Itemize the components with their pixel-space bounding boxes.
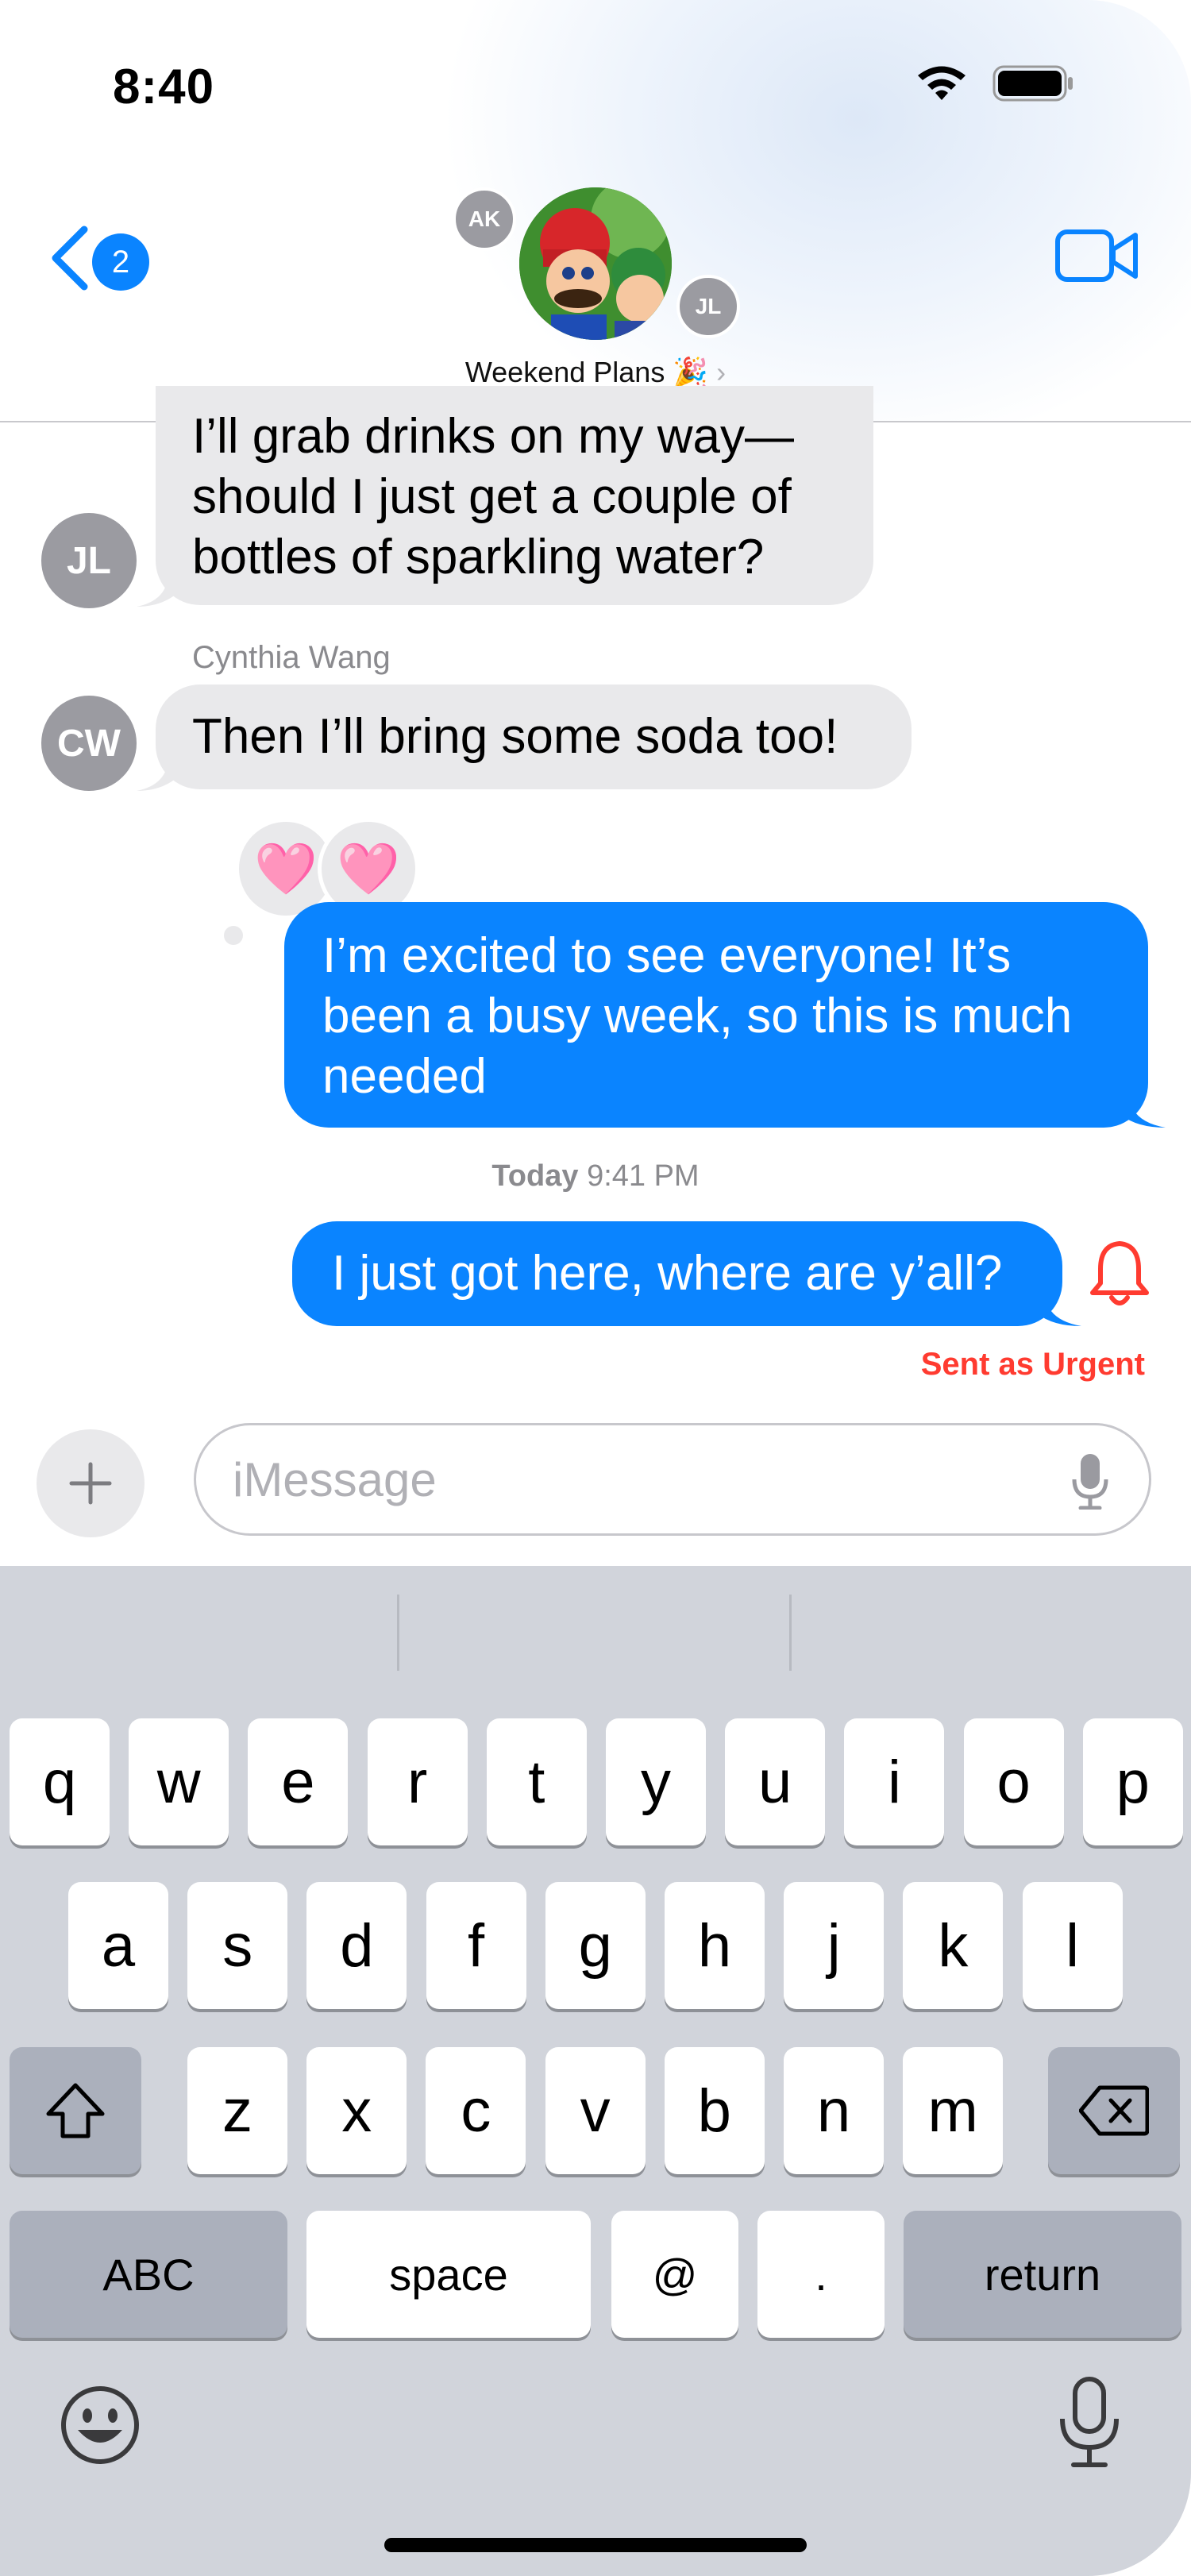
- message-line: I’m excited to see everyone! It’s: [322, 928, 1012, 983]
- key-e[interactable]: e: [248, 1718, 349, 1845]
- message-text: I just got here, where are y’all?: [332, 1246, 1003, 1301]
- bubble-tail: [137, 572, 176, 607]
- message-text: Then I’ll bring some soda too!: [192, 709, 838, 764]
- message-line: been a busy week, so this is much: [322, 989, 1073, 1043]
- group-photo: [519, 187, 672, 340]
- battery-icon: [992, 65, 1073, 102]
- key-c[interactable]: c: [426, 2047, 526, 2174]
- timestamp: Today 9:41 PM: [0, 1159, 1191, 1194]
- avatar-initials: JL: [66, 539, 111, 582]
- urgent-status: Sent as Urgent: [920, 1347, 1145, 1382]
- reaction-dot: [224, 926, 243, 945]
- suggestion-divider: [397, 1595, 399, 1671]
- delete-key[interactable]: [1048, 2047, 1180, 2174]
- message-line: needed: [322, 1049, 487, 1104]
- key-m[interactable]: m: [903, 2047, 1004, 2174]
- timestamp-day: Today: [491, 1159, 579, 1193]
- suggestion-divider: [789, 1595, 792, 1671]
- back-button[interactable]: 2: [48, 222, 159, 294]
- timestamp-time: 9:41 PM: [587, 1159, 700, 1193]
- urgent-bell-icon: [1090, 1241, 1149, 1305]
- group-title-link[interactable]: Weekend Plans 🎉 ›: [0, 356, 1191, 389]
- message-bubble-received[interactable]: Then I’ll bring some soda too!: [156, 684, 912, 789]
- key-h[interactable]: h: [665, 1882, 765, 2009]
- shift-icon: [46, 2083, 105, 2138]
- chevron-right-icon: ›: [716, 356, 727, 388]
- key-y[interactable]: y: [606, 1718, 706, 1845]
- message-bubble-received[interactable]: I’ll grab drinks on my way— should I jus…: [156, 386, 873, 605]
- avatar-jl[interactable]: JL: [41, 513, 137, 608]
- backspace-icon: [1079, 2085, 1149, 2136]
- imessage-input[interactable]: iMessage: [194, 1423, 1151, 1536]
- status-icons: [915, 64, 1075, 103]
- apps-plus-button[interactable]: [37, 1429, 145, 1537]
- key-b[interactable]: b: [664, 2047, 765, 2174]
- key-f[interactable]: f: [426, 1882, 526, 2009]
- emoji-button[interactable]: [59, 2384, 141, 2470]
- key-w[interactable]: w: [129, 1718, 229, 1845]
- message-text: I’ll grab drinks on my way— should I jus…: [192, 407, 794, 588]
- key-p[interactable]: p: [1082, 1718, 1183, 1845]
- key-i[interactable]: i: [844, 1718, 945, 1845]
- bubble-tail: [1037, 1291, 1081, 1326]
- group-avatar[interactable]: [519, 187, 672, 340]
- key-v[interactable]: v: [545, 2047, 646, 2174]
- unread-badge: 2: [92, 233, 149, 291]
- key-l[interactable]: l: [1022, 1882, 1123, 2009]
- return-key[interactable]: return: [904, 2211, 1181, 2338]
- key-g[interactable]: g: [545, 1882, 646, 2009]
- home-indicator: [384, 2538, 807, 2552]
- key-r[interactable]: r: [367, 1718, 468, 1845]
- message-bubble-sent[interactable]: I’m excited to see everyone! It’s been a…: [284, 902, 1148, 1128]
- key-s[interactable]: s: [187, 1882, 288, 2009]
- plus-icon: [69, 1462, 112, 1505]
- message-line: should I just get a couple of: [192, 469, 792, 524]
- dictation-button[interactable]: [1056, 2376, 1123, 2474]
- input-placeholder: iMessage: [233, 1452, 437, 1506]
- key-o[interactable]: o: [963, 1718, 1064, 1845]
- shift-key[interactable]: [10, 2047, 141, 2174]
- facetime-video-button[interactable]: [1054, 227, 1140, 288]
- period-key[interactable]: .: [757, 2211, 885, 2338]
- key-q[interactable]: q: [10, 1718, 110, 1845]
- messages-screen: 8:40 2 AK JL Weekend Plans 🎉 › JL I’ll g…: [0, 0, 1191, 2576]
- bubble-tail: [1121, 1093, 1166, 1128]
- mic-icon[interactable]: [1071, 1452, 1109, 1510]
- space-key[interactable]: space: [306, 2211, 591, 2338]
- key-a[interactable]: a: [68, 1882, 168, 2009]
- key-x[interactable]: x: [306, 2047, 407, 2174]
- key-n[interactable]: n: [784, 2047, 884, 2174]
- avatar-initials: CW: [57, 722, 121, 765]
- microphone-icon: [1060, 2377, 1119, 2467]
- at-key[interactable]: @: [611, 2211, 738, 2338]
- key-t[interactable]: t: [486, 1718, 587, 1845]
- emoji-icon: [61, 2386, 139, 2464]
- member-avatar-jl: JL: [676, 275, 740, 338]
- key-z[interactable]: z: [187, 2047, 287, 2174]
- wifi-icon: [918, 66, 966, 100]
- abc-key[interactable]: ABC: [10, 2211, 287, 2338]
- avatar-cw[interactable]: CW: [41, 696, 137, 791]
- group-title: Weekend Plans 🎉: [464, 356, 709, 388]
- message-line: I’ll grab drinks on my way—: [192, 409, 795, 464]
- key-k[interactable]: k: [903, 1882, 1004, 2009]
- key-u[interactable]: u: [725, 1718, 826, 1845]
- bubble-tail: [137, 756, 176, 791]
- key-j[interactable]: j: [784, 1882, 885, 2009]
- sender-name: Cynthia Wang: [192, 640, 391, 675]
- status-time: 8:40: [113, 60, 215, 114]
- chevron-left-icon: [52, 226, 88, 291]
- message-bubble-sent-urgent[interactable]: I just got here, where are y’all?: [292, 1221, 1062, 1326]
- key-d[interactable]: d: [306, 1882, 407, 2009]
- video-camera-icon: [1055, 229, 1138, 282]
- keyboard: qwertyuiop asdfghjkl zxcvbnm ABC space @…: [0, 1566, 1191, 2576]
- message-text: I’m excited to see everyone! It’s been a…: [322, 926, 1072, 1107]
- message-line: bottles of sparkling water?: [192, 530, 765, 584]
- member-avatar-ak: AK: [453, 187, 516, 251]
